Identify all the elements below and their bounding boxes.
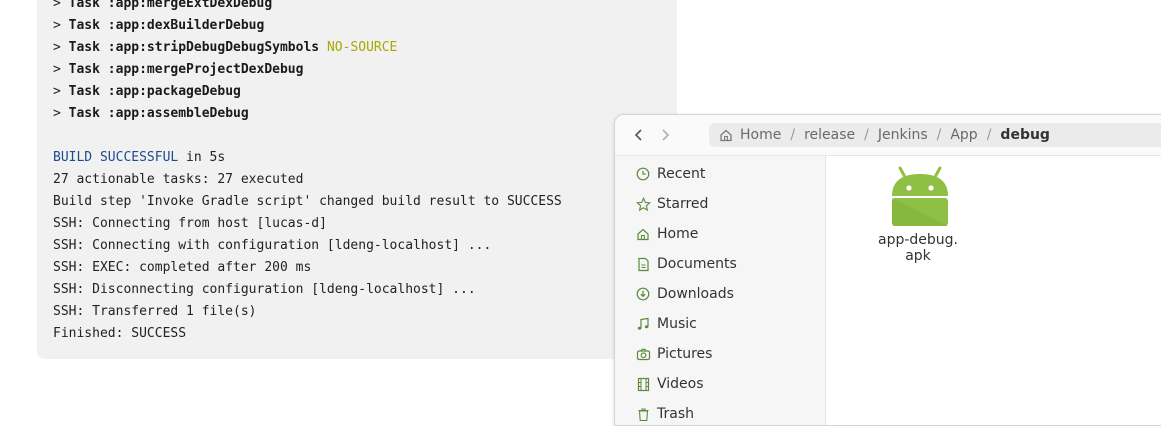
- console-line: SSH: Disconnecting configuration [ldeng-…: [53, 282, 476, 297]
- path-separator: /: [986, 127, 992, 143]
- file-manager-header: Home / release / Jenkins / App / debug: [615, 115, 1161, 156]
- console-line: > Task :app:assembleDebug: [53, 106, 249, 121]
- home-icon: [635, 226, 651, 242]
- camera-icon: [635, 346, 651, 362]
- sidebar-item-label: Videos: [657, 376, 704, 392]
- document-icon: [635, 256, 651, 272]
- build-successful-label: BUILD SUCCESSFUL: [53, 150, 179, 165]
- console-line: SSH: Connecting from host [lucas-d]: [53, 216, 327, 231]
- sidebar-item-recent[interactable]: Recent: [615, 159, 825, 189]
- task-name: Task :app:mergeProjectDexDebug: [68, 62, 304, 77]
- console-line: > Task :app:dexBuilderDebug: [53, 18, 265, 33]
- sidebar-item-label: Trash: [657, 406, 694, 422]
- forward-button[interactable]: [653, 123, 677, 147]
- sidebar-item-label: Starred: [657, 196, 709, 212]
- back-button[interactable]: [627, 123, 651, 147]
- places-sidebar: Recent Starred Home Documents Downloads …: [615, 156, 826, 425]
- console-line: SSH: Connecting with configuration [lden…: [53, 238, 492, 253]
- sidebar-item-label: Downloads: [657, 286, 734, 302]
- task-name: Task :app:stripDebugDebugSymbols: [68, 40, 320, 55]
- build-result-line: BUILD SUCCESSFUL in 5s: [53, 147, 562, 169]
- sidebar-item-label: Recent: [657, 166, 706, 182]
- path-bar[interactable]: Home / release / Jenkins / App / debug: [709, 123, 1161, 147]
- path-separator: /: [864, 127, 869, 143]
- path-separator: /: [790, 127, 796, 143]
- music-note-icon: [635, 316, 651, 332]
- console-line: SSH: Transferred 1 file(s): [53, 304, 257, 319]
- sidebar-item-downloads[interactable]: Downloads: [615, 279, 825, 309]
- console-line: > Task :app:mergeExtDexDebug: [53, 0, 562, 15]
- download-icon: [635, 286, 651, 302]
- path-segment-home[interactable]: Home: [740, 127, 781, 143]
- sidebar-item-trash[interactable]: Trash: [615, 399, 825, 425]
- sidebar-item-music[interactable]: Music: [615, 309, 825, 339]
- console-output-panel: > Task :app:mergeExtDexDebug > Task :app…: [37, 0, 677, 359]
- home-icon: [720, 129, 732, 142]
- console-line: SSH: EXEC: completed after 200 ms: [53, 260, 312, 275]
- console-line: > Task :app:stripDebugDebugSymbols NO-SO…: [53, 40, 398, 55]
- clock-icon: [635, 166, 651, 182]
- console-line: Finished: SUCCESS: [53, 326, 187, 341]
- film-icon: [635, 376, 651, 392]
- task-name: Task :app:packageDebug: [68, 84, 241, 99]
- trash-icon: [635, 406, 651, 422]
- console-line: 27 actionable tasks: 27 executed: [53, 172, 304, 187]
- chevron-left-icon: [634, 129, 642, 141]
- task-name: Task :app:mergeExtDexDebug: [68, 0, 273, 11]
- sidebar-item-home[interactable]: Home: [615, 219, 825, 249]
- path-segment-jenkins[interactable]: Jenkins: [878, 127, 928, 143]
- task-name: Task :app:assembleDebug: [68, 106, 249, 121]
- sidebar-item-label: Music: [657, 316, 697, 332]
- console-line: > Task :app:packageDebug: [53, 84, 241, 99]
- sidebar-item-starred[interactable]: Starred: [615, 189, 825, 219]
- sidebar-item-videos[interactable]: Videos: [615, 369, 825, 399]
- sidebar-item-documents[interactable]: Documents: [615, 249, 825, 279]
- chevron-right-icon: [662, 129, 670, 141]
- file-view: app-debug. apk: [826, 156, 1161, 425]
- build-time: in 5s: [178, 150, 226, 165]
- no-source-label: NO-SOURCE: [326, 40, 398, 55]
- path-separator: /: [936, 127, 942, 143]
- console-line: > Task :app:mergeProjectDexDebug: [53, 62, 304, 77]
- sidebar-item-pictures[interactable]: Pictures: [615, 339, 825, 369]
- file-manager-window: Home / release / Jenkins / App / debug R…: [614, 114, 1161, 426]
- path-segment-current[interactable]: debug: [1000, 127, 1050, 143]
- sidebar-item-label: Pictures: [657, 346, 713, 362]
- task-name: Task :app:dexBuilderDebug: [68, 18, 265, 33]
- path-segment-app[interactable]: App: [950, 127, 977, 143]
- console-line: Build step 'Invoke Gradle script' change…: [53, 194, 562, 209]
- console-lines: > Task :app:mergeExtDexDebug > Task :app…: [53, 0, 562, 345]
- star-icon: [635, 196, 651, 212]
- android-apk-icon: [892, 166, 948, 226]
- file-name: app-debug. apk: [877, 232, 958, 264]
- path-segment-release[interactable]: release: [804, 127, 855, 143]
- sidebar-item-label: Home: [657, 226, 699, 242]
- file-item[interactable]: app-debug. apk: [870, 164, 970, 264]
- sidebar-item-label: Documents: [657, 256, 737, 272]
